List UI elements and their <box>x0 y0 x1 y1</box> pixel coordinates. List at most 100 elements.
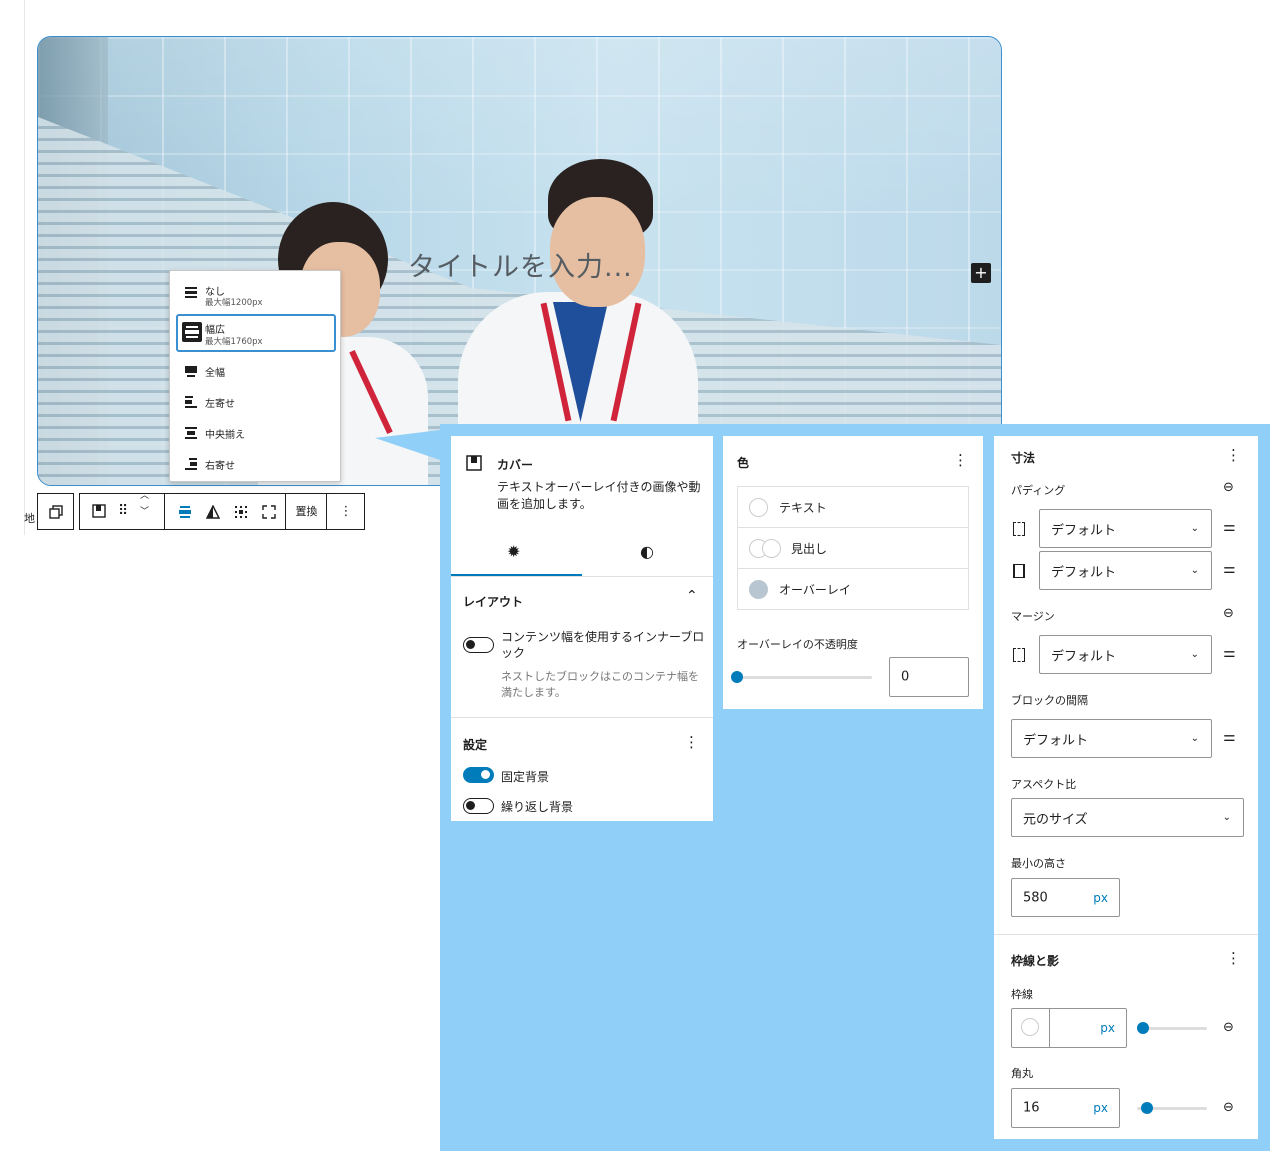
align-none-icon <box>185 287 197 298</box>
cover-title-placeholder[interactable]: タイトルを入力... <box>408 245 633 284</box>
padding-vertical-value: デフォルト <box>1051 523 1117 538</box>
cover-block-icon[interactable] <box>92 504 106 518</box>
radius-input[interactable]: 16 px <box>1011 1088 1120 1128</box>
padding-vertical-select[interactable]: デフォルト ⌄ <box>1039 509 1212 548</box>
radius-value: 16 <box>1023 1100 1040 1116</box>
aspect-ratio-label: アスペクト比 <box>1011 778 1077 791</box>
align-option-left[interactable]: 左寄せ <box>176 393 336 413</box>
overlay-opacity-thumb[interactable] <box>731 671 743 683</box>
inner-blocks-toggle[interactable] <box>463 637 494 653</box>
unlink-icon[interactable]: ⊖ <box>1223 1100 1234 1115</box>
cover-block-icon <box>466 455 482 471</box>
align-wide-icon <box>182 322 202 342</box>
padding-horizontal-icon <box>1013 564 1025 578</box>
tune-icon[interactable]: ⚌ <box>1223 645 1236 661</box>
paragraph-text: 地 <box>24 512 35 525</box>
fixed-background-toggle[interactable] <box>463 767 494 783</box>
tune-icon[interactable]: ⚌ <box>1223 561 1236 577</box>
border-width-unit[interactable]: px <box>1100 1021 1115 1035</box>
margin-label: マージン <box>1011 610 1055 623</box>
dimensions-panel: 寸法 ⋮ パディング ⊖ デフォルト ⌄ ⚌ デフォルト ⌄ ⚌ マージン ⊖ … <box>994 436 1258 1139</box>
dimensions-section-title: 寸法 <box>1011 451 1036 465</box>
toolbar-group-block: ⠿ ︿ ﹀ <box>80 491 165 529</box>
chevron-up-icon[interactable]: ⌃ <box>686 588 698 604</box>
align-option-label: 中央揃え <box>205 430 245 441</box>
color-item-heading[interactable]: 見出し <box>737 528 969 569</box>
margin-vertical-select[interactable]: デフォルト ⌄ <box>1039 635 1212 674</box>
radius-thumb[interactable] <box>1141 1102 1153 1114</box>
inner-blocks-help: ネストしたブロックはこのコンテナ幅を満たします。 <box>501 670 699 699</box>
block-gap-select[interactable]: デフォルト ⌄ <box>1011 719 1212 758</box>
move-down-icon[interactable]: ﹀ <box>140 507 149 517</box>
more-vertical-icon[interactable]: ⋮ <box>1226 949 1241 967</box>
block-name: カバー <box>497 458 534 472</box>
fullheight-icon[interactable] <box>262 505 276 519</box>
tab-settings[interactable]: ✹ <box>451 531 582 576</box>
min-height-input[interactable]: 580 px <box>1011 878 1120 917</box>
aspect-ratio-select[interactable]: 元のサイズ ⌄ <box>1011 798 1244 837</box>
editor-left-edge <box>24 0 25 535</box>
align-option-right[interactable]: 右寄せ <box>176 455 336 475</box>
radius-unit[interactable]: px <box>1093 1101 1108 1115</box>
border-color-button[interactable] <box>1012 1009 1050 1047</box>
padding-label: パディング <box>1011 484 1066 497</box>
border-section-title: 枠線と影 <box>1011 954 1060 968</box>
tune-icon[interactable]: ⚌ <box>1223 519 1236 535</box>
tab-styles[interactable]: ◐ <box>582 531 713 576</box>
border-width-slider[interactable] <box>1141 1027 1207 1030</box>
align-option-wide[interactable]: 幅広 最大幅1760px <box>176 314 336 352</box>
align-full-icon <box>185 366 197 377</box>
content-position-icon[interactable] <box>234 505 248 519</box>
padding-horizontal-select[interactable]: デフォルト ⌄ <box>1039 551 1212 590</box>
more-vertical-icon[interactable]: ⋮ <box>1226 446 1241 464</box>
align-option-center[interactable]: 中央揃え <box>176 424 336 444</box>
align-right-icon <box>185 458 197 470</box>
duotone-icon[interactable] <box>206 505 220 519</box>
color-item-overlay[interactable]: オーバーレイ <box>737 569 969 610</box>
align-option-none[interactable]: なし 最大幅1200px <box>176 283 336 313</box>
min-height-label: 最小の高さ <box>1011 857 1066 870</box>
layout-section-title[interactable]: レイアウト <box>463 593 523 610</box>
padding-horizontal-value: デフォルト <box>1051 565 1117 580</box>
min-height-unit[interactable]: px <box>1093 891 1108 905</box>
gear-icon: ✹ <box>507 542 521 561</box>
color-swatch-empty-icon <box>762 539 781 558</box>
tune-icon[interactable]: ⚌ <box>1223 729 1236 745</box>
more-options-button[interactable]: ⋮ <box>328 494 364 529</box>
radius-label: 角丸 <box>1011 1067 1033 1080</box>
color-swatch-overlay-icon <box>749 580 768 599</box>
add-block-button[interactable]: + <box>971 263 991 283</box>
more-vertical-icon[interactable]: ⋮ <box>953 451 968 469</box>
align-option-label: 全幅 <box>205 368 225 379</box>
border-width-input[interactable]: px <box>1011 1008 1127 1048</box>
align-wide-toolbar-icon[interactable] <box>178 505 192 519</box>
replace-button[interactable]: 置換 <box>287 494 327 529</box>
parent-block-button[interactable] <box>37 493 74 530</box>
border-label: 枠線 <box>1011 988 1033 1001</box>
unlink-icon[interactable]: ⊖ <box>1223 606 1234 621</box>
toolbar-group-format <box>166 494 286 529</box>
unlink-icon[interactable]: ⊖ <box>1223 1020 1234 1035</box>
alignment-menu: なし 最大幅1200px 幅広 最大幅1760px 全幅 左寄せ 中央揃え 右寄… <box>169 270 341 482</box>
drag-handle-icon[interactable]: ⠿ <box>118 494 128 529</box>
overlay-opacity-input[interactable]: 0 <box>889 657 969 697</box>
color-item-text[interactable]: テキスト <box>737 487 969 528</box>
align-option-label: 右寄せ <box>205 461 235 472</box>
duplicate-icon <box>49 505 63 519</box>
unlink-icon[interactable]: ⊖ <box>1223 480 1234 495</box>
margin-vertical-value: デフォルト <box>1051 649 1117 664</box>
divider <box>994 934 1258 935</box>
align-option-sub: 最大幅1200px <box>205 298 263 308</box>
move-up-icon[interactable]: ︿ <box>140 491 149 501</box>
color-section-title: 色 <box>737 456 750 470</box>
align-option-full[interactable]: 全幅 <box>176 362 336 382</box>
border-width-thumb[interactable] <box>1137 1022 1149 1034</box>
chevron-down-icon: ⌄ <box>1190 564 1199 576</box>
more-vertical-icon[interactable]: ⋮ <box>684 733 699 751</box>
chevron-down-icon: ⌄ <box>1190 522 1199 534</box>
repeat-background-toggle[interactable] <box>463 798 494 814</box>
overlay-opacity-slider[interactable] <box>737 676 872 679</box>
block-gap-value: デフォルト <box>1023 733 1089 748</box>
repeat-background-label: 繰り返し背景 <box>501 800 574 814</box>
align-option-label: 左寄せ <box>205 399 235 410</box>
